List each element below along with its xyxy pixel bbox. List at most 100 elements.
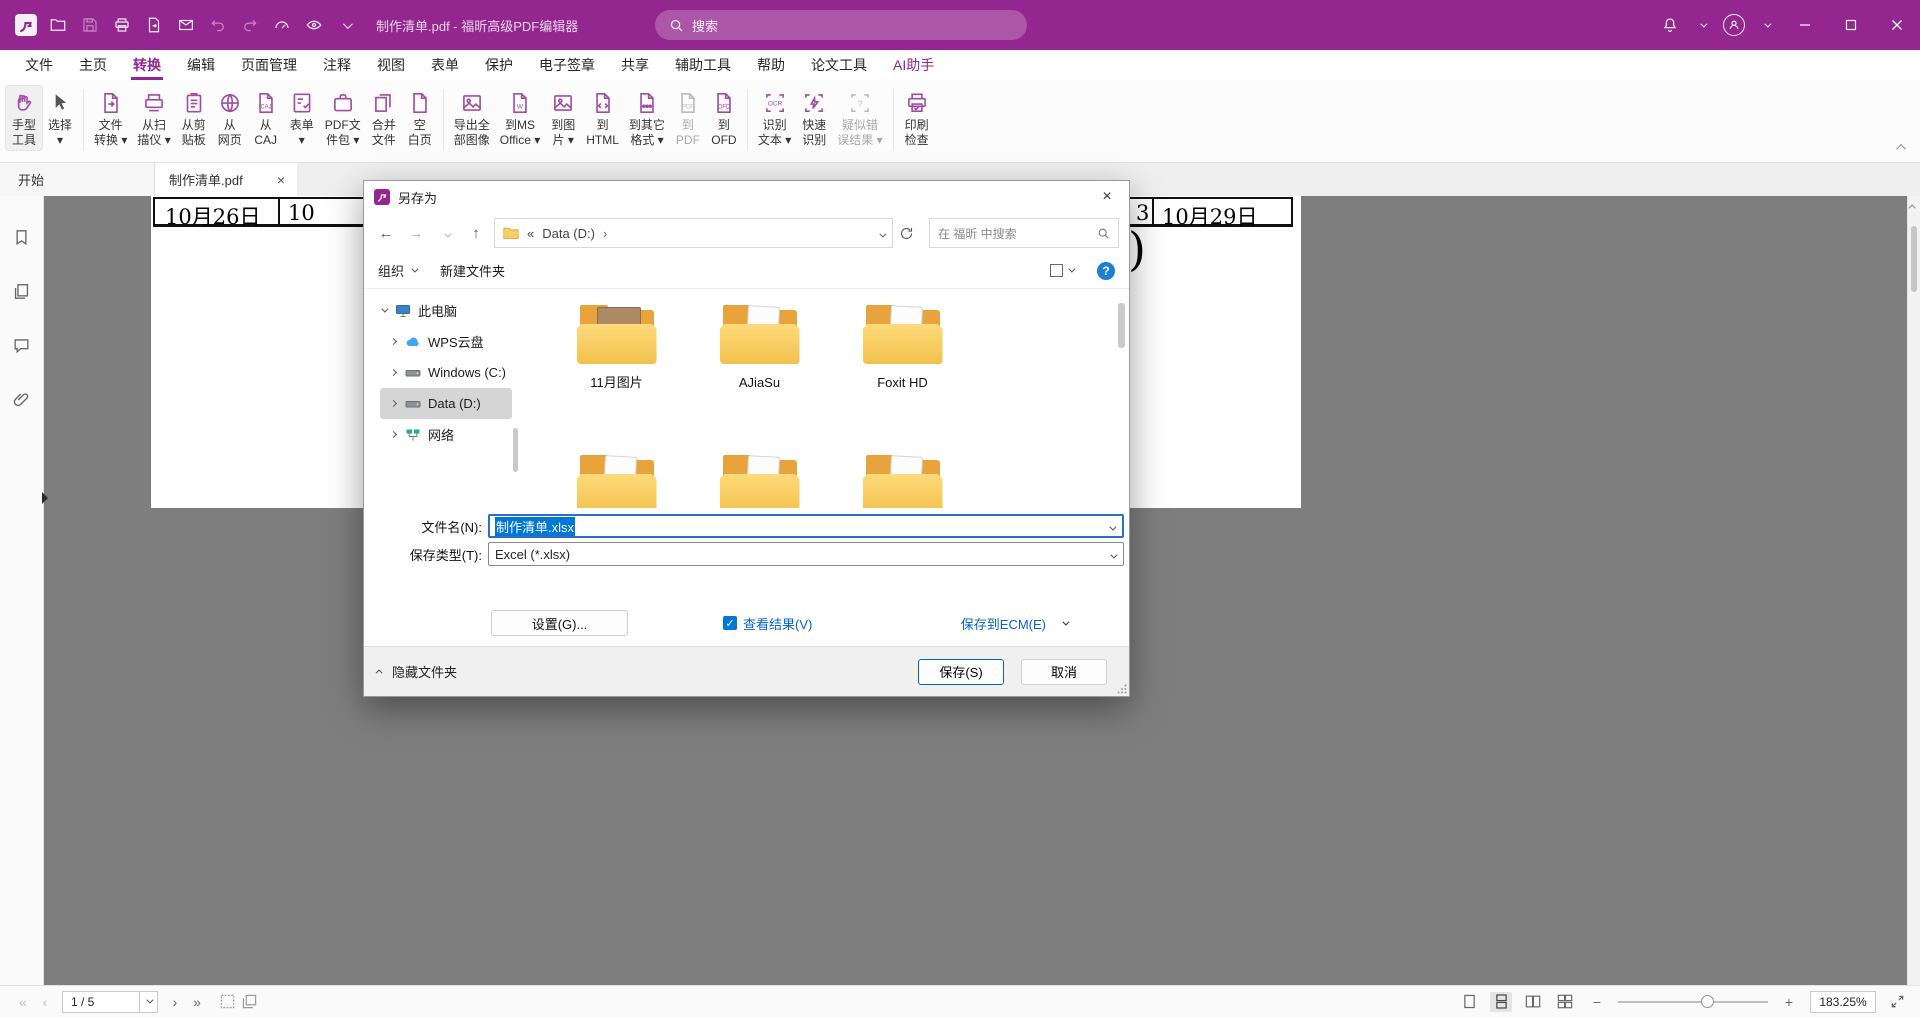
- filetype-dropdown-caret-icon[interactable]: [1110, 547, 1115, 562]
- tool-to-ms-office[interactable]: W 到MS Office ▾: [495, 86, 545, 150]
- mail-icon[interactable]: [170, 10, 202, 40]
- open-icon[interactable]: [42, 10, 74, 40]
- tree-item-wps-cloud[interactable]: WPS云盘: [380, 326, 512, 357]
- view-mode-button[interactable]: [1050, 264, 1073, 277]
- tree-item-network[interactable]: 网络: [380, 419, 512, 450]
- pages-panel-icon[interactable]: [6, 276, 38, 306]
- tool-export-all-images[interactable]: 导出全 部图像: [449, 86, 495, 150]
- folder-item[interactable]: Foxit PDF Converter: [545, 451, 688, 508]
- tool-form[interactable]: 表单 ▾: [284, 86, 320, 150]
- tool-to-ofd[interactable]: OFD 到 OFD: [706, 86, 742, 150]
- tool-to-html[interactable]: 到 HTML: [581, 86, 624, 150]
- address-location[interactable]: Data (D:): [542, 226, 595, 241]
- tool-to-other-format[interactable]: 到其它 格式 ▾: [624, 86, 670, 150]
- account-avatar[interactable]: [1718, 10, 1750, 40]
- organize-menu-button[interactable]: 组织: [378, 261, 416, 280]
- zoom-level-input[interactable]: 183.25%: [1810, 991, 1876, 1013]
- facing-continuous-view-icon[interactable]: [1554, 992, 1576, 1012]
- folder-item[interactable]: 11月图片: [545, 301, 688, 451]
- tool-ocr-recognize-text[interactable]: OCR 识别 文本 ▾: [753, 86, 796, 150]
- menu-tab-home[interactable]: 主页: [66, 50, 120, 80]
- help-icon[interactable]: ?: [1097, 262, 1115, 280]
- tool-to-image[interactable]: 到图 片 ▾: [545, 86, 581, 150]
- tool-select[interactable]: 选择 ▾: [42, 86, 78, 150]
- tool-hand[interactable]: 手型 工具: [6, 86, 42, 150]
- tool-from-scanner[interactable]: 从扫 描仪 ▾: [132, 86, 175, 150]
- folder-item-partial[interactable]: [688, 451, 831, 508]
- menu-tab-convert[interactable]: 转换: [120, 50, 174, 80]
- notifications-bell-icon[interactable]: [1654, 10, 1686, 40]
- menu-tab-accessibility[interactable]: 辅助工具: [662, 50, 744, 80]
- close-button[interactable]: [1874, 0, 1920, 50]
- address-dropdown-caret-icon[interactable]: [879, 226, 884, 241]
- filename-dropdown-caret-icon[interactable]: [1109, 519, 1114, 534]
- continuous-view-icon[interactable]: [1490, 992, 1512, 1012]
- menu-tab-esign[interactable]: 电子签章: [526, 50, 608, 80]
- page-number-input[interactable]: 1 / 5: [62, 991, 158, 1013]
- account-caret-icon[interactable]: [1750, 10, 1782, 40]
- new-folder-button[interactable]: 新建文件夹: [440, 261, 505, 280]
- global-search-input[interactable]: 搜索: [655, 10, 1027, 40]
- zoom-slider-knob[interactable]: [1701, 995, 1714, 1008]
- clipboard-copy-icon[interactable]: [238, 994, 260, 1009]
- page-dropdown-caret-icon[interactable]: [139, 992, 157, 1012]
- address-chevron[interactable]: ›: [603, 226, 607, 241]
- preview-icon[interactable]: [298, 10, 330, 40]
- toolbar-customize-caret-icon[interactable]: [330, 10, 362, 40]
- panel-expand-arrow-icon[interactable]: [42, 492, 54, 504]
- tab-start[interactable]: 开始: [0, 163, 155, 196]
- nav-forward-icon[interactable]: →: [404, 225, 428, 242]
- hide-folders-button[interactable]: 隐藏文件夹: [378, 662, 457, 681]
- save-icon[interactable]: [74, 10, 106, 40]
- scrollbar-thumb[interactable]: [1911, 226, 1917, 292]
- checkbox-checked-icon[interactable]: ✓: [723, 616, 737, 630]
- folder-item[interactable]: AJiaSu: [688, 301, 831, 451]
- menu-tab-paper-tools[interactable]: 论文工具: [798, 50, 880, 80]
- notifications-caret-icon[interactable]: [1686, 10, 1718, 40]
- first-page-icon[interactable]: «: [12, 994, 34, 1010]
- expander-right-icon[interactable]: [388, 339, 398, 344]
- menu-tab-file[interactable]: 文件: [12, 50, 66, 80]
- dialog-titlebar[interactable]: 另存为 ×: [364, 181, 1129, 213]
- bookmarks-panel-icon[interactable]: [6, 222, 38, 252]
- tab-close-icon[interactable]: ×: [275, 172, 287, 188]
- save-to-ecm-button[interactable]: 保存到ECM(E): [961, 614, 1067, 633]
- tree-scrollbar-thumb[interactable]: [513, 428, 518, 472]
- save-button[interactable]: 保存(S): [918, 659, 1004, 685]
- tool-from-web[interactable]: 从 网页: [212, 86, 248, 150]
- settings-button[interactable]: 设置(G)...: [491, 610, 628, 636]
- previous-page-icon[interactable]: ‹: [34, 994, 56, 1010]
- expander-right-icon[interactable]: [388, 432, 398, 437]
- attachments-panel-icon[interactable]: [6, 384, 38, 414]
- snapshot-icon[interactable]: [216, 994, 238, 1009]
- view-results-checkbox[interactable]: ✓ 查看结果(V): [723, 614, 812, 633]
- menu-tab-view[interactable]: 视图: [364, 50, 418, 80]
- view-results-label[interactable]: 查看结果(V): [743, 614, 812, 633]
- fullscreen-icon[interactable]: [1886, 994, 1908, 1009]
- zoom-slider[interactable]: [1618, 1001, 1768, 1003]
- document-scrollbar[interactable]: [1907, 196, 1920, 985]
- facing-view-icon[interactable]: [1522, 992, 1544, 1012]
- zoom-in-icon[interactable]: +: [1778, 994, 1800, 1010]
- tab-document[interactable]: 制作清单.pdf ×: [155, 163, 297, 196]
- menu-tab-share[interactable]: 共享: [608, 50, 662, 80]
- zoom-out-icon[interactable]: −: [1586, 994, 1608, 1010]
- print-icon[interactable]: [106, 10, 138, 40]
- dialog-close-icon[interactable]: ×: [1085, 181, 1129, 213]
- next-page-icon[interactable]: ›: [164, 994, 186, 1010]
- maximize-button[interactable]: [1828, 0, 1874, 50]
- minimize-button[interactable]: [1782, 0, 1828, 50]
- address-bar[interactable]: « Data (D:) ›: [494, 218, 893, 248]
- filename-input[interactable]: 制作清单.xlsx: [488, 514, 1124, 538]
- ecm-caret-icon[interactable]: [1062, 618, 1069, 625]
- last-page-icon[interactable]: »: [186, 994, 208, 1010]
- expander-right-icon[interactable]: [388, 370, 398, 375]
- comments-panel-icon[interactable]: [6, 330, 38, 360]
- collapse-ribbon-icon[interactable]: [1899, 139, 1906, 154]
- refresh-icon[interactable]: [899, 226, 923, 241]
- scroll-up-icon[interactable]: [1909, 204, 1916, 211]
- cancel-button[interactable]: 取消: [1021, 659, 1107, 685]
- menu-tab-comment[interactable]: 注释: [310, 50, 364, 80]
- folder-item-partial[interactable]: [831, 451, 974, 508]
- redo-icon[interactable]: [234, 10, 266, 40]
